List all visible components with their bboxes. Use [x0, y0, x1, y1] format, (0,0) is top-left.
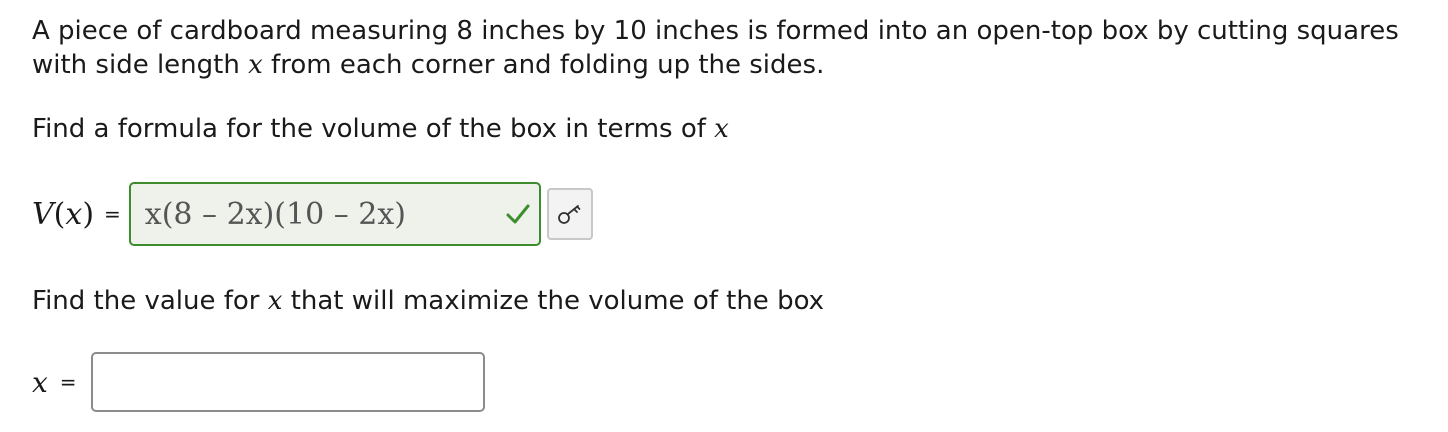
problem-text: from each corner and folding up the side… — [262, 50, 825, 80]
problem-statement: A piece of cardboard measuring 8 inches … — [32, 14, 1422, 82]
question-text: Find the value for — [32, 286, 268, 316]
paren-close: ) — [82, 196, 95, 232]
variable-x: x — [248, 50, 263, 80]
volume-answer-field[interactable]: x(8 – 2x)(10 – 2x) — [128, 182, 541, 246]
variable-x: x — [714, 114, 729, 144]
volume-answer-value: x(8 – 2x)(10 – 2x) — [144, 196, 406, 232]
question-text: that will maximize the volume of the box — [282, 286, 825, 316]
question-2-answer-row: x = — [32, 352, 485, 412]
function-name: V — [32, 196, 54, 232]
volume-function-label: V(x) — [32, 197, 94, 232]
paren-open: ( — [53, 196, 66, 232]
x-answer-input[interactable] — [90, 352, 485, 412]
problem-line-2: with side length x from each corner and … — [32, 48, 1422, 82]
problem-line-1: A piece of cardboard measuring 8 inches … — [32, 14, 1422, 48]
problem-text: with side length — [32, 50, 249, 80]
check-icon — [506, 204, 530, 224]
question-1-answer-row: V(x) = x(8 – 2x)(10 – 2x) — [32, 180, 593, 248]
equals-sign: = — [59, 370, 77, 394]
show-answer-key-button[interactable] — [546, 188, 593, 240]
equals-sign: = — [104, 202, 121, 226]
question-2-prompt: Find the value for x that will maximize … — [32, 284, 824, 318]
variable-x: x — [267, 286, 283, 316]
function-var: x — [65, 196, 83, 232]
key-icon — [557, 205, 581, 224]
x-label: x — [32, 365, 48, 399]
question-1-prompt: Find a formula for the volume of the box… — [32, 112, 729, 146]
problem-text: A piece of cardboard measuring 8 inches … — [32, 16, 1399, 46]
question-text: Find a formula for the volume of the box… — [32, 114, 715, 144]
